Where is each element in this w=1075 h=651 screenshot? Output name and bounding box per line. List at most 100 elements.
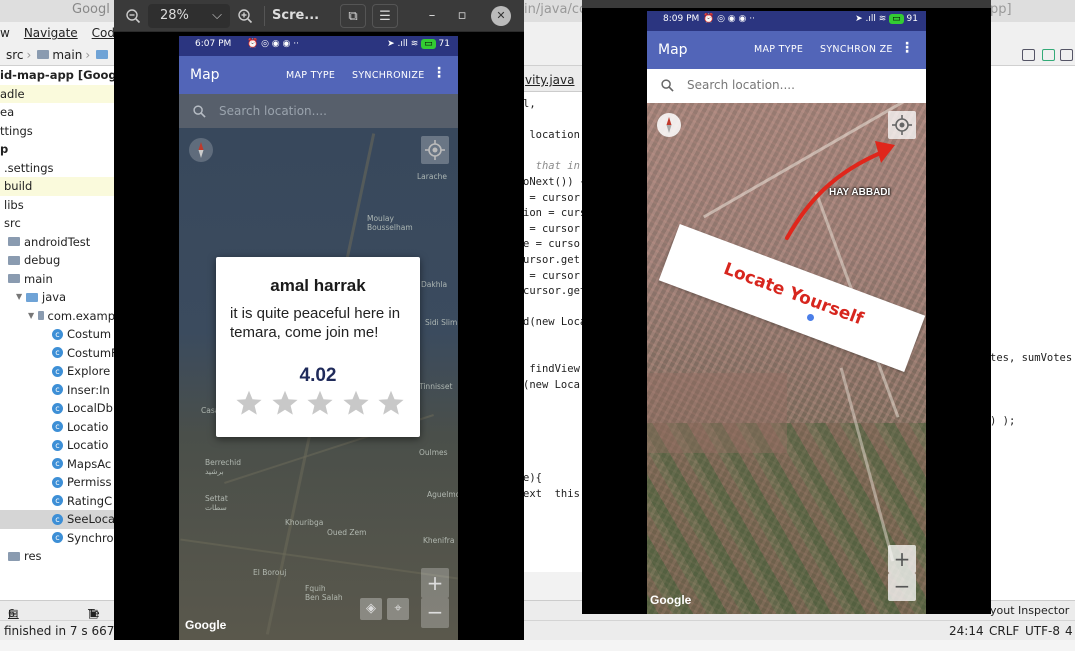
- tree-item[interactable]: ▼ com.examp: [0, 307, 115, 326]
- compass-icon: [198, 142, 204, 158]
- breadcrumb-main[interactable]: main ›: [37, 48, 90, 62]
- minimize-button[interactable]: –: [422, 4, 442, 28]
- star-icon[interactable]: [306, 389, 334, 417]
- overflow-menu-icon[interactable]: ⋮: [900, 40, 914, 56]
- minus-icon: −: [426, 600, 444, 624]
- search-bar[interactable]: Search location....: [179, 94, 458, 128]
- satellite-map-view[interactable]: HAY ABBADI Locate Yourself + − Google: [647, 103, 926, 614]
- gradle-icon[interactable]: [1060, 49, 1073, 61]
- tree-item[interactable]: build: [0, 177, 115, 196]
- editor-tab-bar: vity.java: [523, 66, 583, 92]
- tree-item-label: Permiss: [67, 475, 112, 489]
- tree-item[interactable]: c Permiss: [0, 473, 115, 492]
- cursor-position[interactable]: 24:14: [949, 624, 984, 638]
- tree-item-label: ea: [0, 105, 15, 119]
- tree-item-label: id-map-app [GoogleM: [0, 68, 115, 82]
- tree-item[interactable]: c Locatio: [0, 436, 115, 455]
- open-in-maps-button[interactable]: ⌖: [387, 598, 409, 620]
- map-type-button[interactable]: MAP TYPE: [754, 44, 803, 55]
- tree-item[interactable]: androidTest: [0, 233, 115, 252]
- layout-inspector-tab[interactable]: yout Inspector: [990, 604, 1069, 617]
- line-separator[interactable]: CRLF: [989, 624, 1019, 638]
- tree-item[interactable]: c CostumF: [0, 344, 115, 363]
- zoom-level-select[interactable]: 28% ⌵: [148, 4, 230, 28]
- map-road: [180, 538, 458, 580]
- tree-item[interactable]: c Inser:In: [0, 381, 115, 400]
- code-line: = cursor: [523, 192, 580, 204]
- star-icon[interactable]: [342, 389, 370, 417]
- my-location-button[interactable]: [888, 111, 916, 139]
- tree-item[interactable]: ea: [0, 103, 115, 122]
- rating-bar[interactable]: [235, 389, 405, 417]
- plus-icon: +: [426, 571, 444, 595]
- code-editor-right[interactable]: tes, sumVotes ) );: [990, 66, 1075, 600]
- zoom-out-map-button[interactable]: −: [888, 573, 916, 601]
- tree-item[interactable]: adle: [0, 84, 115, 103]
- zoom-level: 28%: [160, 8, 189, 23]
- tree-item[interactable]: c MapsAc: [0, 455, 115, 474]
- tree-item[interactable]: .settings: [0, 159, 115, 178]
- menu-navigate[interactable]: Navigate: [24, 26, 78, 40]
- menu-button[interactable]: ☰: [372, 4, 398, 28]
- star-icon[interactable]: [235, 389, 263, 417]
- tree-item[interactable]: debug: [0, 251, 115, 270]
- star-icon[interactable]: [377, 389, 405, 417]
- indent-setting[interactable]: 4: [1065, 624, 1073, 638]
- right-window-toolbar: [582, 0, 991, 8]
- screenshot-button[interactable]: ⧉: [340, 4, 366, 28]
- menu-view[interactable]: w: [0, 26, 10, 40]
- tree-item[interactable]: ttings: [0, 122, 115, 141]
- expand-triangle-icon[interactable]: ▼: [28, 307, 38, 326]
- tree-item[interactable]: c RatingC: [0, 492, 115, 511]
- layout-icon[interactable]: [1022, 49, 1035, 61]
- java-class-icon: c: [52, 328, 63, 340]
- zoom-in-map-button[interactable]: +: [421, 568, 449, 598]
- tree-item[interactable]: c Explore: [0, 362, 115, 381]
- my-location-button[interactable]: [421, 136, 449, 164]
- zoom-in-map-button[interactable]: +: [888, 545, 916, 573]
- tree-item[interactable]: src: [0, 214, 115, 233]
- code-line: e = curso: [523, 238, 580, 250]
- code-text: cursor.get: [523, 285, 583, 298]
- compass-button[interactable]: [657, 113, 681, 137]
- tree-item[interactable]: p: [0, 140, 115, 159]
- maximize-button[interactable]: ▫: [452, 4, 472, 28]
- synchronize-button[interactable]: SYNCHRONIZE: [352, 70, 425, 81]
- tree-item[interactable]: c Locatio: [0, 418, 115, 437]
- editor-tab[interactable]: vity.java: [525, 73, 575, 87]
- code-editor[interactable]: l, location that in oNext()) { = cursor io…: [523, 92, 583, 572]
- expand-triangle-icon[interactable]: ▼: [16, 288, 26, 307]
- locate-yourself-text: Locate Yourself: [720, 259, 866, 330]
- folder-icon: [8, 551, 20, 561]
- search-bar[interactable]: Search location....: [647, 69, 926, 103]
- code-line: tes, sumVotes: [990, 352, 1073, 364]
- tree-item[interactable]: c LocalDb: [0, 399, 115, 418]
- tree-item[interactable]: main: [0, 270, 115, 289]
- location-dot-icon: [806, 313, 815, 322]
- zoom-out-button[interactable]: [120, 4, 146, 28]
- rating-score: 4.02: [299, 365, 337, 386]
- tree-item[interactable]: id-map-app [GoogleM: [0, 66, 115, 85]
- map-type-button[interactable]: MAP TYPE: [286, 70, 335, 81]
- overflow-menu-icon[interactable]: ⋮: [432, 65, 446, 81]
- directions-icon: ◈: [366, 601, 376, 616]
- breadcrumb-src[interactable]: src ›: [6, 48, 31, 62]
- synchronize-button[interactable]: SYNCHRON ZE: [820, 44, 893, 55]
- tree-item[interactable]: c Costum: [0, 325, 115, 344]
- zoom-in-button[interactable]: [232, 4, 258, 28]
- zoom-out-map-button[interactable]: −: [421, 598, 449, 628]
- file-encoding[interactable]: UTF-8: [1025, 624, 1060, 638]
- tree-item[interactable]: libs: [0, 196, 115, 215]
- compass-button[interactable]: [189, 138, 213, 162]
- directions-button[interactable]: ◈: [360, 598, 382, 620]
- tree-item[interactable]: ▼ java: [0, 288, 115, 307]
- tree-item[interactable]: c SeeLoca: [0, 510, 115, 529]
- ide-title-fragment-2: in/java/co: [524, 2, 587, 17]
- code-line: cursor.get: [523, 285, 583, 297]
- close-button[interactable]: ✕: [491, 6, 511, 26]
- sync-icon[interactable]: [1042, 49, 1055, 61]
- breadcrumb-java[interactable]: [96, 50, 109, 59]
- tree-item[interactable]: c Synchro: [0, 529, 115, 548]
- star-icon[interactable]: [271, 389, 299, 417]
- tree-item[interactable]: res: [0, 547, 115, 566]
